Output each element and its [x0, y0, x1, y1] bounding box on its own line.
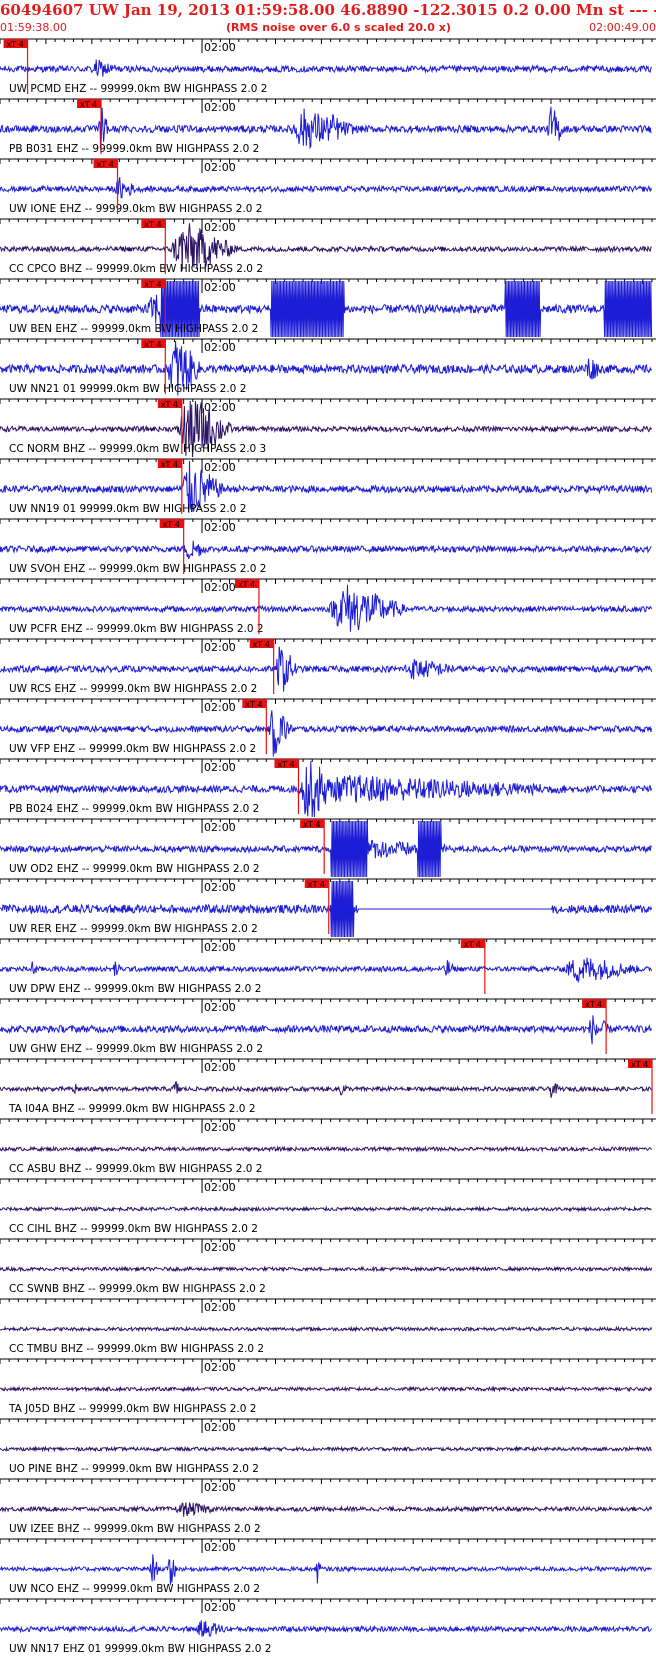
- pick-label: xT 4: [303, 820, 320, 829]
- waveform-trace: [0, 1620, 653, 1637]
- minute-label: 02:00: [204, 761, 236, 774]
- waveform-trace: [0, 1445, 652, 1453]
- pick-label: xT 4: [97, 160, 114, 169]
- station-label: UW BEN EHZ -- 99999.0km BW HIGHPASS 2.0 …: [9, 323, 258, 335]
- pick-label: xT 4: [585, 1000, 602, 1009]
- waveform-trace: [0, 1325, 653, 1333]
- station-label: UW IZEE BHZ -- 99999.0km BW HIGHPASS 2.0…: [9, 1523, 261, 1535]
- pick-label: xT 4: [631, 1060, 648, 1069]
- waveform-trace: [0, 1554, 653, 1586]
- waveform-trace: [0, 1502, 653, 1517]
- station-label: TA I04A BHZ -- 99999.0km BW HIGHPASS 2.0…: [8, 1103, 256, 1115]
- pick-label: xT 4: [80, 100, 97, 109]
- pick-label: xT 4: [464, 940, 481, 949]
- station-label: CC TMBU BHZ -- 99999.0km BW HIGHPASS 2.0…: [9, 1343, 264, 1355]
- station-label: UW VFP EHZ -- 99999.0km BW HIGHPASS 2.0 …: [9, 743, 256, 755]
- pick-label: xT 4: [161, 400, 178, 409]
- minute-label: 02:00: [204, 1241, 236, 1254]
- minute-label: 02:00: [204, 1301, 236, 1314]
- end-time-label: 02:00:49.00: [589, 21, 656, 34]
- minute-label: 02:00: [204, 221, 236, 234]
- minute-label: 02:00: [204, 821, 236, 834]
- minute-label: 02:00: [204, 521, 236, 534]
- waveform-trace: [0, 1265, 653, 1273]
- pick-label: xT 4: [253, 640, 270, 649]
- seismogram-plot: 02:00 UW PCMD EHZ -- 99999.0km BW HIGHPAS…: [0, 38, 656, 1655]
- waveform-trace: [0, 540, 652, 560]
- station-label: UW IONE EHZ -- 99999.0km BW HIGHPASS 2.0…: [9, 203, 262, 215]
- minute-label: 02:00: [204, 941, 236, 954]
- station-label: PB B031 EHZ -- 99999.0km BW HIGHPASS 2.0…: [9, 143, 259, 155]
- station-label: UW SVOH EHZ -- 99999.0km BW HIGHPASS 2.0…: [9, 563, 266, 575]
- pick-label: xT 4: [144, 340, 161, 349]
- pick-label: xT 4: [144, 220, 161, 229]
- minute-label: 02:00: [204, 581, 236, 594]
- station-label: UW NN17 EHZ 01 99999.0km BW HIGHPASS 2.0…: [9, 1643, 271, 1655]
- minute-label: 02:00: [204, 881, 236, 894]
- minute-label: 02:00: [204, 161, 236, 174]
- station-label: CC SWNB BHZ -- 99999.0km BW HIGHPASS 2.0…: [9, 1283, 266, 1295]
- station-label: UO PINE BHZ -- 99999.0km BW HIGHPASS 2.0…: [9, 1463, 259, 1475]
- station-label: CC NORM BHZ -- 99999.0km BW HIGHPASS 2.0…: [9, 443, 266, 455]
- minute-label: 02:00: [204, 1121, 236, 1134]
- station-label: UW PCFR EHZ -- 99999.0km BW HIGHPASS 2.0…: [9, 623, 264, 635]
- pick-label: xT 4: [7, 40, 24, 49]
- station-label: CC CIHL BHZ -- 99999.0km BW HIGHPASS 2.0…: [9, 1223, 258, 1235]
- station-label: UW NCO EHZ -- 99999.0km BW HIGHPASS 2.0 …: [9, 1583, 260, 1595]
- waveform-trace: [0, 59, 653, 77]
- waveform-trace: [0, 957, 653, 984]
- minute-label: 02:00: [204, 701, 236, 714]
- minute-label: 02:00: [204, 1361, 236, 1374]
- minute-label: 02:00: [204, 1541, 236, 1554]
- minute-label: 02:00: [204, 101, 236, 114]
- pick-label: xT 4: [238, 580, 255, 589]
- minute-label: 02:00: [204, 281, 236, 294]
- station-label: UW GHW EHZ -- 99999.0km BW HIGHPASS 2.0 …: [9, 1043, 263, 1055]
- pick-label: xT 4: [277, 760, 294, 769]
- waveform-trace: [0, 1205, 652, 1213]
- waveform-trace: [0, 1385, 653, 1393]
- minute-label: 02:00: [204, 1421, 236, 1434]
- rms-note: (RMS noise over 6.0 s scaled 20.0 x): [226, 21, 451, 34]
- station-label: TA J05D BHZ -- 99999.0km BW HIGHPASS 2.0…: [8, 1403, 256, 1415]
- pick-label: xT 4: [144, 280, 161, 289]
- waveform-trace: [0, 177, 653, 199]
- station-label: UW NN19 01 99999.0km BW HIGHPASS 2.0 2: [9, 503, 246, 515]
- minute-label: 02:00: [204, 1601, 236, 1614]
- station-label: UW DPW EHZ -- 99999.0km BW HIGHPASS 2.0 …: [9, 983, 261, 995]
- event-title: 60494607 UW Jan 19, 2013 01:59:58.00 46.…: [0, 1, 656, 19]
- pick-label: xT 4: [163, 520, 180, 529]
- station-label: UW RER EHZ -- 99999.0km BW HIGHPASS 2.0 …: [9, 923, 258, 935]
- minute-label: 02:00: [204, 341, 236, 354]
- station-label: CC CPCO BHZ -- 99999.0km BW HIGHPASS 2.0…: [9, 263, 263, 275]
- start-time-label: 01:59:38.00: [0, 21, 67, 34]
- station-label: UW RCS EHZ -- 99999.0km BW HIGHPASS 2.0 …: [9, 683, 257, 695]
- station-label: UW PCMD EHZ -- 99999.0km BW HIGHPASS 2.0…: [9, 83, 267, 95]
- minute-label: 02:00: [204, 1001, 236, 1014]
- pick-label: xT 4: [308, 880, 325, 889]
- minute-label: 02:00: [204, 41, 236, 54]
- station-label: UW NN21 01 99999.0km BW HIGHPASS 2.0 2: [9, 383, 246, 395]
- minute-label: 02:00: [204, 1061, 236, 1074]
- minute-label: 02:00: [204, 641, 236, 654]
- waveform-trace: [0, 1081, 653, 1098]
- pick-label: xT 4: [245, 700, 262, 709]
- station-label: UW OD2 EHZ -- 99999.0km BW HIGHPASS 2.0 …: [9, 863, 260, 875]
- station-label: PB B024 EHZ -- 99999.0km BW HIGHPASS 2.0…: [9, 803, 259, 815]
- waveform-trace: [0, 1015, 653, 1045]
- minute-label: 02:00: [204, 1481, 236, 1494]
- pick-label: xT 4: [161, 460, 178, 469]
- waveform-trace: [0, 1145, 653, 1153]
- minute-label: 02:00: [204, 1181, 236, 1194]
- minute-label: 02:00: [204, 461, 236, 474]
- station-label: CC ASBU BHZ -- 99999.0km BW HIGHPASS 2.0…: [9, 1163, 263, 1175]
